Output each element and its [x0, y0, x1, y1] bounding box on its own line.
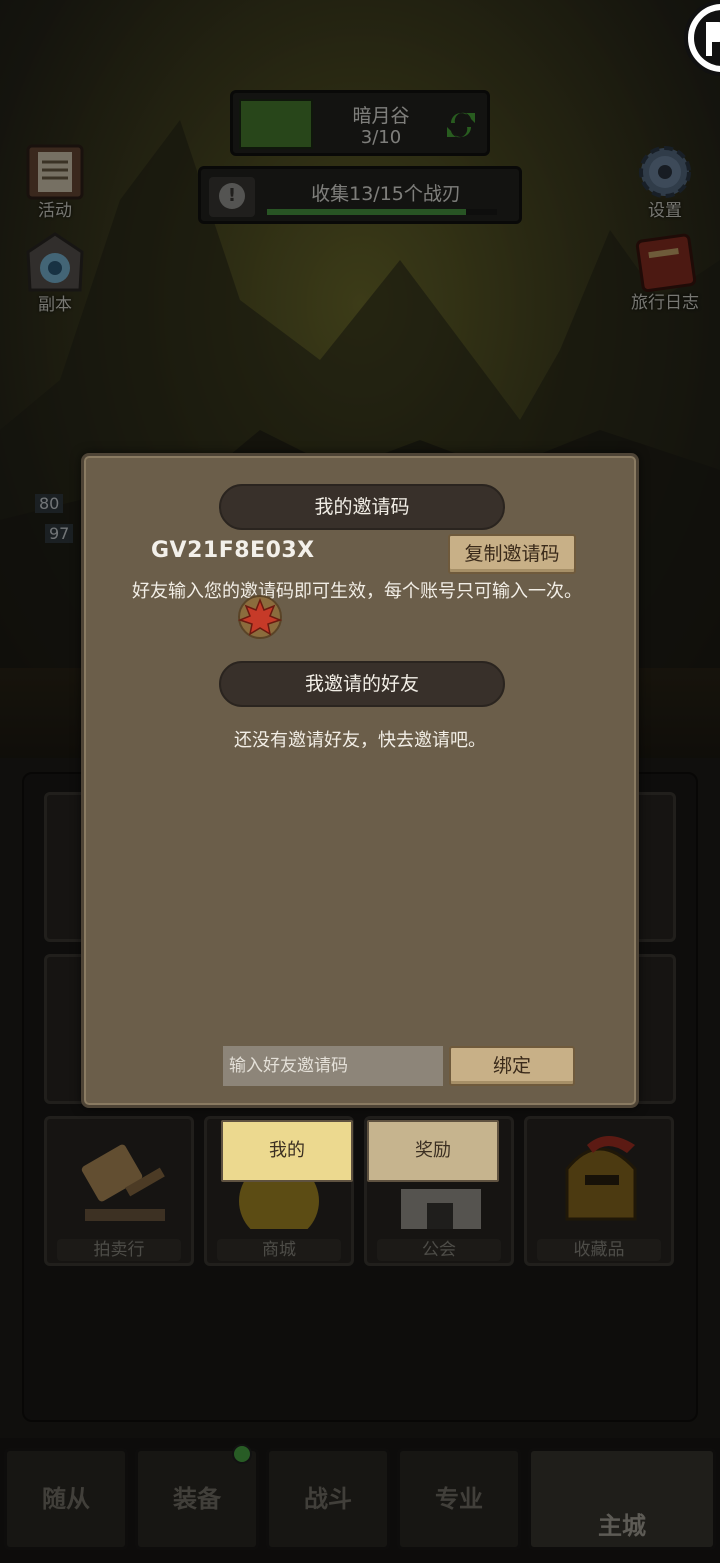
tab-reward[interactable]: 奖励: [367, 1120, 499, 1182]
invite-description: 好友输入您的邀请码即可生效，每个账号只可输入一次。: [132, 581, 582, 602]
my-invite-code-title: 我的邀请码: [219, 484, 505, 530]
friend-code-input[interactable]: [223, 1046, 443, 1086]
tab-mine[interactable]: 我的: [221, 1120, 353, 1182]
maple-leaf-icon: [237, 595, 283, 639]
app-logo-icon[interactable]: [682, 0, 720, 76]
empty-friends-message: 还没有邀请好友，快去邀请吧。: [234, 730, 486, 751]
copy-invite-code-button[interactable]: 复制邀请码: [448, 534, 576, 574]
invite-dialog: 我的邀请码 GV21F8E03X 复制邀请码 好友输入您的邀请码即可生效，每个账…: [81, 453, 639, 1108]
invite-code: GV21F8E03X: [151, 538, 315, 563]
invited-friends-title: 我邀请的好友: [219, 661, 505, 707]
game-screen: 暗月谷 3/10 ! 收集13/15个战刃 活动 副本 设置 旅行日志 80 9…: [0, 0, 720, 1563]
bind-button[interactable]: 绑定: [449, 1046, 575, 1086]
